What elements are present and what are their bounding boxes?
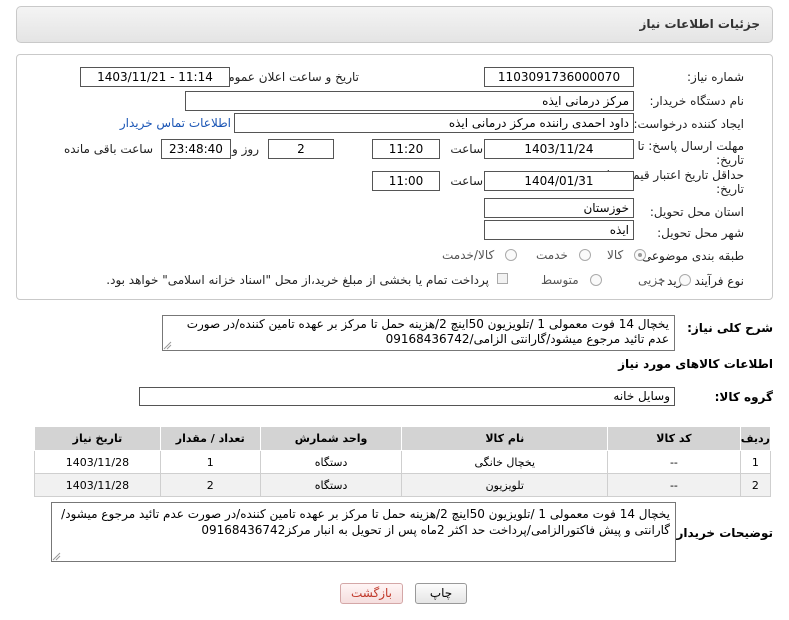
cell-need-date: 1403/11/28	[34, 473, 161, 497]
province-field: خوزستان	[484, 198, 634, 218]
cell-row-number: 2	[739, 473, 772, 497]
buyer-org-field: مرکز درمانی ایذه	[185, 91, 634, 111]
col-header-row-number: ردیف	[739, 426, 772, 451]
requester-label: ایجاد کننده درخواست:	[633, 117, 744, 131]
table-row: 1 -- یخچال خانگی دستگاه 1 1403/11/28	[34, 450, 772, 474]
purchase-medium-radio[interactable]	[590, 274, 602, 286]
cell-item-name: تلویزیون	[401, 473, 609, 497]
goods-group-field: وسایل خانه	[139, 387, 675, 406]
cell-row-number: 1	[739, 450, 772, 474]
buyer-notes-textarea: یخچال 14 فوت معمولی 1 /تلویزیون 50اینچ 2…	[51, 502, 676, 562]
requester-field: داود احمدی راننده مرکز درمانی ایذه	[234, 113, 634, 133]
reply-days-field: 2	[268, 139, 334, 159]
items-table-wrap: ردیف کد کالا نام کالا واحد شمارش تعداد /…	[34, 426, 772, 497]
buyer-contact-link[interactable]: اطلاعات تماس خریدار	[120, 116, 231, 130]
items-table: ردیف کد کالا نام کالا واحد شمارش تعداد /…	[34, 426, 772, 497]
validity-time-field: 11:00	[372, 171, 440, 191]
need-number-field: 1103091736000070	[484, 67, 634, 87]
goods-info-heading: اطلاعات کالاهای مورد نیاز	[618, 357, 773, 371]
buyer-notes-label: توضیحات خریدار:	[671, 526, 773, 540]
resize-grip-icon[interactable]	[163, 341, 172, 350]
purchase-minor-radio[interactable]	[679, 274, 691, 286]
treasury-payment-note: پرداخت تمام یا بخشی از مبلغ خرید،از محل …	[106, 273, 489, 287]
cell-need-date: 1403/11/28	[34, 450, 161, 474]
category-goods-service-label: کالا/خدمت	[442, 248, 495, 262]
cell-quantity: 1	[159, 450, 261, 474]
col-header-quantity: تعداد / مقدار	[159, 426, 261, 451]
buyer-org-label: نام دستگاه خریدار:	[649, 94, 745, 108]
category-goods-service-radio[interactable]	[505, 249, 517, 261]
reply-date-field: 1403/11/24	[484, 139, 634, 159]
announce-datetime-label: تاریخ و ساعت اعلان عمومی:	[214, 70, 359, 84]
cell-item-code: --	[607, 450, 741, 474]
validity-date-field: 1404/01/31	[484, 171, 634, 191]
days-and-label: روز و	[232, 142, 259, 156]
cell-item-code: --	[607, 473, 741, 497]
print-button[interactable]: چاپ	[415, 583, 467, 604]
general-desc-textarea: یخچال 14 فوت معمولی 1 /تلویزیون 50اینچ 2…	[162, 315, 675, 351]
table-row: 2 -- تلویزیون دستگاه 2 1403/11/28	[34, 473, 772, 497]
col-header-item-code: کد کالا	[607, 426, 741, 451]
purchase-minor-label: جزیی	[638, 273, 666, 287]
delivery-city-label: شهر محل تحویل:	[657, 226, 744, 240]
cell-quantity: 2	[159, 473, 261, 497]
cell-unit: دستگاه	[259, 473, 403, 497]
reply-deadline-label: مهلت ارسال پاسخ: تا	[637, 139, 744, 153]
cell-unit: دستگاه	[259, 450, 403, 474]
category-goods-label: کالا	[607, 248, 624, 262]
goods-group-label: گروه کالا:	[714, 390, 773, 404]
purchase-type-label: نوع فرآیند خرید :	[659, 274, 744, 288]
city-field: ایذه	[484, 220, 634, 240]
category-service-radio[interactable]	[579, 249, 591, 261]
need-number-label: شماره نیاز:	[687, 70, 744, 84]
category-label: طبقه بندی موضوعی:	[637, 249, 744, 263]
reply-time-field: 11:20	[372, 139, 440, 159]
table-header-row: ردیف کد کالا نام کالا واحد شمارش تعداد /…	[34, 426, 772, 451]
general-desc-label: شرح کلی نیاز:	[687, 321, 773, 335]
page-title: جزئیات اطلاعات نیاز	[639, 17, 760, 31]
col-header-need-date: تاریخ نیاز	[34, 426, 161, 451]
treasury-payment-checkbox[interactable]	[497, 273, 508, 284]
reply-deadline-label-2: تاریخ:	[716, 153, 744, 167]
back-button[interactable]: بازگشت	[340, 583, 403, 604]
category-goods-radio[interactable]	[634, 249, 646, 261]
remaining-time-field: 23:48:40	[161, 139, 231, 159]
category-service-label: خدمت	[536, 248, 568, 262]
col-header-unit: واحد شمارش	[259, 426, 403, 451]
purchase-medium-label: متوسط	[541, 273, 579, 287]
announce-datetime-field: 1403/11/21 - 11:14	[80, 67, 230, 87]
delivery-province-label: استان محل تحویل:	[649, 205, 744, 219]
col-header-item-name: نام کالا	[401, 426, 609, 451]
page-title-bar: جزئیات اطلاعات نیاز	[16, 6, 773, 43]
remaining-label: ساعت باقی مانده	[63, 142, 153, 156]
resize-grip-icon[interactable]	[52, 552, 61, 561]
validity-time-label: ساعت	[450, 174, 483, 188]
cell-item-name: یخچال خانگی	[401, 450, 609, 474]
min-validity-label-2: تاریخ:	[716, 182, 744, 196]
reply-time-label: ساعت	[450, 142, 483, 156]
